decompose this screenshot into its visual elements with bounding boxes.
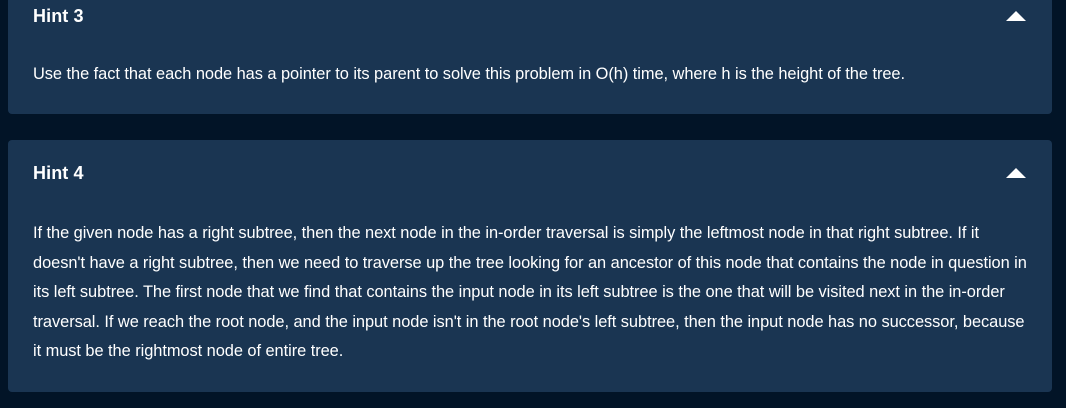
caret-up-icon[interactable] [1006,11,1026,21]
hint-3-body: Use the fact that each node has a pointe… [33,65,905,83]
hint-4-header[interactable]: Hint 4 [33,161,1027,185]
hint-4-title: Hint 4 [33,162,84,183]
hint-3-panel: Hint 3 Use the fact that each node has a… [8,0,1052,114]
hint-4-body: If the given node has a right subtree, t… [33,224,1027,360]
caret-up-icon[interactable] [1006,168,1026,178]
hint-4-panel: Hint 4 If the given node has a right sub… [8,140,1052,392]
hint-3-title: Hint 3 [33,5,84,26]
hint-3-header[interactable]: Hint 3 [33,4,1027,28]
